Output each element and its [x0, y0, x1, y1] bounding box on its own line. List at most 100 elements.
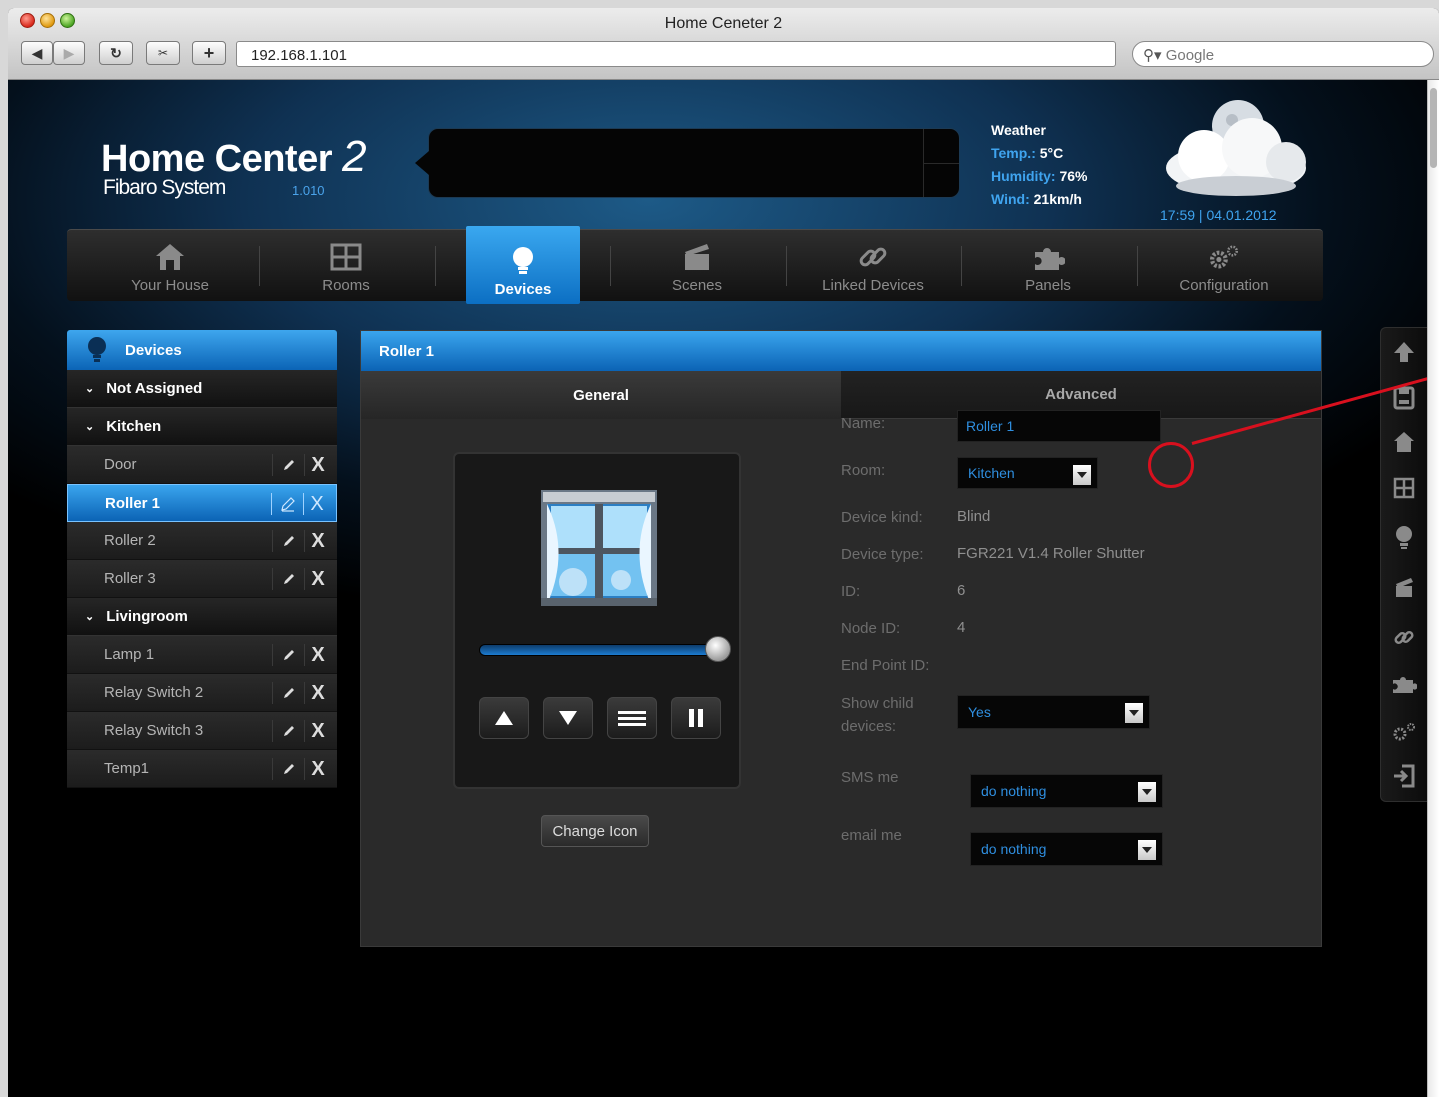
weather-humidity: Humidity: 76% — [991, 168, 1088, 184]
level-slider-handle[interactable] — [705, 636, 731, 662]
node-id-value: 4 — [957, 619, 966, 636]
room-label: Room: — [841, 462, 886, 479]
show-child-select[interactable]: Yes — [957, 695, 1150, 729]
chevron-down-icon: ⌄ — [85, 421, 95, 433]
tab-general[interactable]: General — [361, 371, 841, 419]
gears-icon[interactable] — [1391, 718, 1417, 746]
delete-button[interactable]: X — [305, 682, 331, 704]
group-not-assigned[interactable]: ⌄ Not Assigned — [67, 370, 337, 408]
add-bookmark-button[interactable]: + — [192, 41, 226, 65]
delete-icon: X — [311, 757, 325, 780]
device-item-label: Roller 1 — [105, 494, 161, 512]
nav-your-house[interactable]: Your House — [82, 230, 258, 300]
name-input[interactable]: Roller 1 — [957, 410, 1161, 442]
forward-button[interactable]: ▶ — [53, 41, 85, 65]
delete-button[interactable]: X — [305, 758, 331, 780]
vertical-scrollbar[interactable] — [1427, 80, 1439, 1097]
delete-button[interactable]: X — [305, 720, 331, 742]
device-item-label: Lamp 1 — [104, 646, 155, 663]
delete-button[interactable]: X — [305, 644, 331, 666]
nav-linked-devices[interactable]: Linked Devices — [785, 230, 961, 300]
link-icon[interactable] — [1391, 624, 1417, 652]
scroll-top-icon[interactable] — [1391, 338, 1417, 366]
end-point-id-label: End Point ID: — [841, 657, 930, 674]
nav-configuration[interactable]: Configuration — [1136, 230, 1312, 300]
dropdown-arrow-icon — [1138, 840, 1156, 860]
close-button[interactable] — [543, 697, 593, 739]
link-icon — [856, 241, 890, 273]
clapper-icon[interactable] — [1391, 574, 1417, 602]
nav-separator — [435, 246, 436, 286]
group-kitchen[interactable]: ⌄ Kitchen — [67, 408, 337, 446]
delete-button[interactable]: X — [305, 530, 331, 552]
sms-select[interactable]: do nothing — [970, 774, 1163, 808]
weather-wind: Wind: 21km/h — [991, 191, 1082, 207]
device-item-roller-3[interactable]: Roller 3 X — [67, 560, 337, 598]
change-icon-button[interactable]: Change Icon — [541, 815, 649, 847]
weather-datetime: 17:59 | 04.01.2012 — [1160, 207, 1277, 223]
puzzle-icon[interactable] — [1391, 670, 1417, 698]
pencil-icon — [283, 726, 294, 736]
sms-select-value: do nothing — [981, 783, 1047, 799]
edit-button[interactable] — [272, 493, 304, 515]
name-label: Name: — [841, 415, 886, 432]
nav-label: Panels — [1025, 277, 1071, 294]
device-actions: X — [272, 530, 331, 552]
up-arrow-icon — [495, 711, 513, 725]
window-title: Home Ceneter 2 — [664, 15, 783, 32]
device-item-relay-switch-2[interactable]: Relay Switch 2 X — [67, 674, 337, 712]
level-slider-track[interactable] — [479, 644, 715, 656]
device-item-temp1[interactable]: Temp1 X — [67, 750, 337, 788]
edit-button[interactable] — [273, 530, 305, 552]
delete-button[interactable]: X — [305, 568, 331, 590]
scrollbar-thumb[interactable] — [1430, 88, 1437, 168]
bulb-icon[interactable] — [1391, 524, 1417, 552]
edit-button[interactable] — [273, 454, 305, 476]
reload-button[interactable]: ↻ — [99, 41, 133, 65]
plus-icon: + — [203, 42, 215, 63]
pause-icon — [689, 709, 703, 727]
nav-devices[interactable]: Devices — [466, 226, 580, 304]
device-item-roller-1[interactable]: Roller 1 X — [67, 484, 337, 522]
stop-button[interactable] — [671, 697, 721, 739]
logo-title: Home Center 2 — [101, 132, 367, 182]
device-actions: X — [271, 493, 330, 515]
open-button[interactable] — [479, 697, 529, 739]
edit-button[interactable] — [273, 568, 305, 590]
device-item-lamp-1[interactable]: Lamp 1 X — [67, 636, 337, 674]
snapback-button[interactable]: ✂ — [146, 41, 180, 65]
nav-label: Linked Devices — [822, 277, 924, 294]
back-button[interactable]: ◀ — [21, 41, 53, 65]
room-select-value: Kitchen — [968, 465, 1015, 481]
email-select-value: do nothing — [981, 841, 1047, 857]
delete-icon: X — [311, 567, 325, 590]
delete-button[interactable]: X — [305, 454, 331, 476]
rooms-icon[interactable] — [1391, 474, 1417, 502]
house-icon[interactable] — [1391, 428, 1417, 456]
id-label: ID: — [841, 583, 861, 600]
device-item-door[interactable]: Door X — [67, 446, 337, 484]
group-livingroom[interactable]: ⌄ Livingroom — [67, 598, 337, 636]
edit-button[interactable] — [273, 682, 305, 704]
nav-rooms[interactable]: Rooms — [258, 230, 434, 300]
dropdown-arrow-icon — [1073, 465, 1091, 485]
delete-button[interactable]: X — [304, 493, 330, 515]
device-item-roller-2[interactable]: Roller 2 X — [67, 522, 337, 560]
back-arrow-icon: ◀ — [31, 44, 43, 61]
pencil-icon — [283, 688, 294, 698]
search-field[interactable]: ⚲▾ Google — [1132, 41, 1434, 67]
room-select[interactable]: Kitchen — [957, 457, 1098, 489]
device-item-relay-switch-3[interactable]: Relay Switch 3 X — [67, 712, 337, 750]
edit-button[interactable] — [273, 644, 305, 666]
logout-icon[interactable] — [1391, 762, 1417, 790]
nav-scenes[interactable]: Scenes — [609, 230, 785, 300]
nav-panels[interactable]: Panels — [960, 230, 1136, 300]
address-bar[interactable]: 192.168.1.101 — [236, 41, 1116, 67]
email-label: email me — [841, 827, 902, 844]
device-control-box — [453, 452, 741, 789]
menu-button[interactable] — [607, 697, 657, 739]
edit-button[interactable] — [273, 720, 305, 742]
id-value: 6 — [957, 582, 966, 599]
email-select[interactable]: do nothing — [970, 832, 1163, 866]
edit-button[interactable] — [273, 758, 305, 780]
